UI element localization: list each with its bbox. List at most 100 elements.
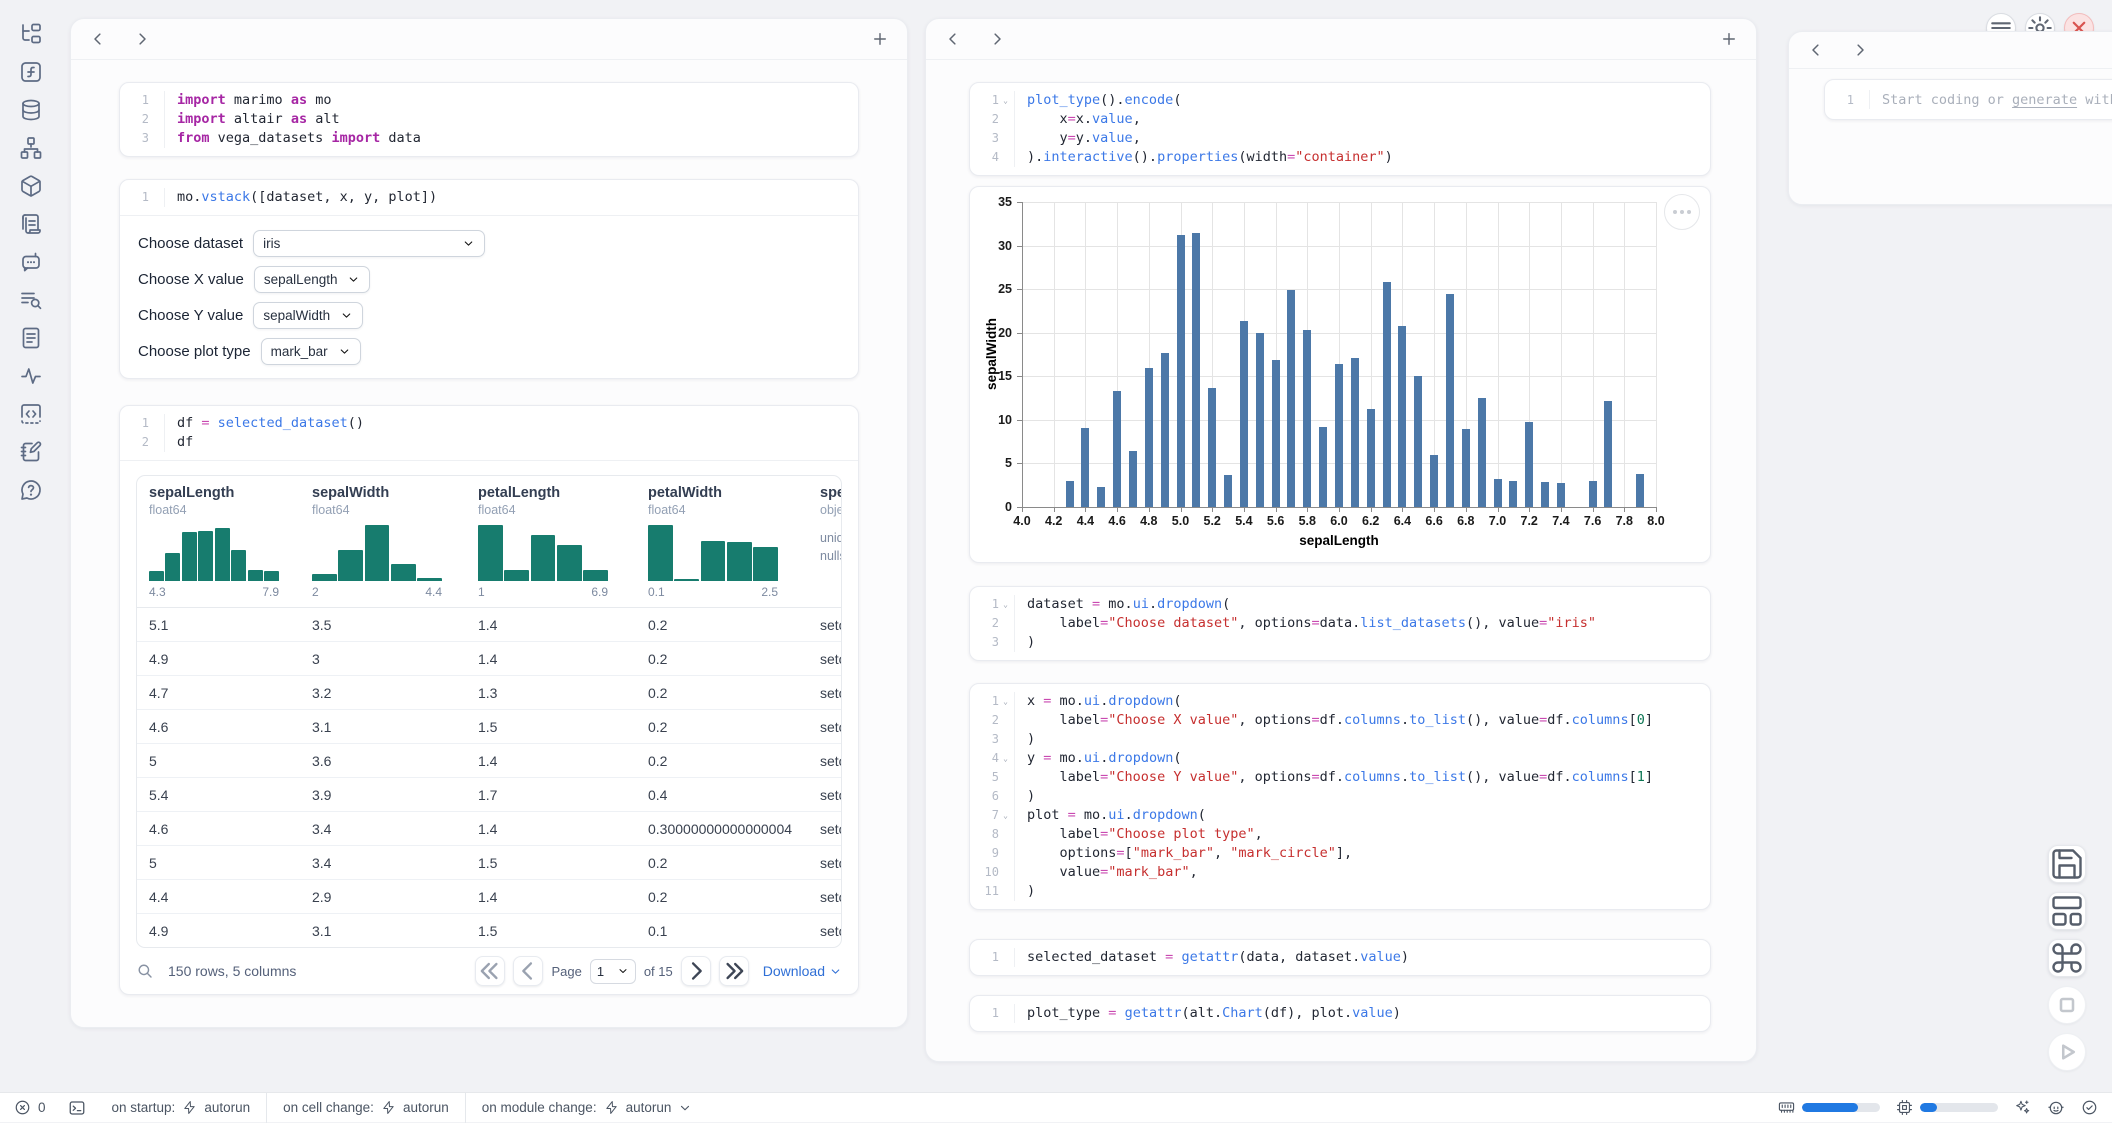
vstack-cell[interactable]: 1mo.vstack([dataset, x, y, plot]) Choose… [119, 179, 859, 379]
code-line[interactable]: 1⌄plot_type().encode( [970, 91, 1710, 110]
dataframe-cell[interactable]: 1df = selected_dataset()2df sepalLengthf… [119, 405, 859, 995]
on-cell-change-setting[interactable]: on cell change: autorun [283, 1100, 449, 1115]
table-row: 4.931.40.2setosa [137, 641, 841, 675]
table-cell: 1.4 [466, 753, 636, 769]
code-line[interactable]: 3) [970, 730, 1710, 749]
code-line[interactable]: 8 label="Choose plot type", [970, 825, 1710, 844]
dropdown-select[interactable]: sepalWidth [253, 302, 363, 329]
help-icon[interactable] [19, 478, 43, 502]
x-axis-tick-label: 6.0 [1330, 514, 1347, 528]
chevron-left-icon[interactable] [1807, 41, 1825, 59]
prev-page-button[interactable] [513, 956, 543, 986]
code-line[interactable]: 9 options=["mark_bar", "mark_circle"], [970, 844, 1710, 863]
code-line[interactable]: 2 label="Choose dataset", options=data.l… [970, 614, 1710, 633]
chart-bar [1145, 368, 1153, 507]
package-icon[interactable] [19, 174, 43, 198]
snippets-icon[interactable] [19, 402, 43, 426]
next-page-button[interactable] [681, 956, 711, 986]
add-column-icon[interactable] [871, 30, 889, 48]
code-line[interactable]: 4⌄y = mo.ui.dropdown( [970, 749, 1710, 768]
empty-code-cell[interactable]: 1 Start coding or generate with [1824, 79, 2112, 120]
code-line[interactable]: 11) [970, 882, 1710, 901]
page-select[interactable]: 1 [590, 959, 636, 984]
column-header-species[interactable]: speciesobjectuniquenulls: [808, 476, 841, 607]
stop-icon[interactable] [2048, 986, 2086, 1024]
code-line[interactable]: 5 label="Choose Y value", options=df.col… [970, 768, 1710, 787]
code-line[interactable]: 2import altair as alt [120, 110, 858, 129]
code-line[interactable]: 1⌄dataset = mo.ui.dropdown( [970, 595, 1710, 614]
column-header-petalWidth[interactable]: petalWidthfloat640.12.5 [636, 476, 808, 607]
code-line[interactable]: 2 x=x.value, [970, 110, 1710, 129]
text-search-icon[interactable] [19, 288, 43, 312]
selected-dataset-cell[interactable]: 1selected_dataset = getattr(data, datase… [969, 939, 1711, 976]
document-icon[interactable] [19, 326, 43, 350]
cpu-meter[interactable] [1896, 1099, 1998, 1116]
run-icon[interactable] [2048, 1033, 2086, 1071]
layout-icon[interactable] [2048, 892, 2086, 930]
memory-meter[interactable] [1778, 1099, 1880, 1116]
chevron-left-icon[interactable] [944, 30, 962, 48]
add-column-icon[interactable] [1720, 30, 1738, 48]
table-cell: setosa [808, 855, 841, 871]
code-line[interactable]: 6) [970, 787, 1710, 806]
code-line[interactable]: 2df [120, 433, 858, 452]
on-module-change-setting[interactable]: on module change: autorun [482, 1100, 693, 1115]
chevron-left-icon[interactable] [89, 30, 107, 48]
function-square-icon[interactable] [19, 60, 43, 84]
column-header-sepalWidth[interactable]: sepalWidthfloat6424.4 [300, 476, 466, 607]
code-line[interactable]: 7⌄plot = mo.ui.dropdown( [970, 806, 1710, 825]
code-line[interactable]: 1mo.vstack([dataset, x, y, plot]) [120, 188, 858, 207]
download-button[interactable]: Download [763, 963, 842, 979]
scroll-icon[interactable] [19, 212, 43, 236]
code-line[interactable]: 1plot_type = getattr(alt.Chart(df), plot… [970, 1004, 1710, 1023]
code-line[interactable]: 1⌄x = mo.ui.dropdown( [970, 692, 1710, 711]
chevron-right-icon[interactable] [133, 30, 151, 48]
dropdown-select[interactable]: mark_bar [261, 338, 361, 365]
x-axis-tick-label: 5.4 [1235, 514, 1252, 528]
sparkles-icon[interactable] [2014, 1099, 2031, 1116]
chevron-right-icon[interactable] [1851, 41, 1869, 59]
code-line[interactable]: 3 y=y.value, [970, 129, 1710, 148]
plot-code-cell[interactable]: 1⌄plot_type().encode(2 x=x.value,3 y=y.v… [969, 82, 1711, 176]
dataset-dropdown-cell[interactable]: 1⌄dataset = mo.ui.dropdown(2 label="Choo… [969, 586, 1711, 661]
table-cell: setosa [808, 889, 841, 905]
save-icon[interactable] [2048, 845, 2086, 883]
file-tree-icon[interactable] [19, 22, 43, 46]
code-line[interactable]: 3from vega_datasets import data [120, 129, 858, 148]
table-cell: 3.9 [300, 787, 466, 803]
chart-actions-icon[interactable] [1664, 194, 1700, 230]
chevron-right-icon[interactable] [988, 30, 1006, 48]
table-cell: 0.2 [636, 889, 808, 905]
command-palette-icon[interactable] [2048, 939, 2086, 977]
xy-plot-dropdowns-cell[interactable]: 1⌄x = mo.ui.dropdown(2 label="Choose X v… [969, 683, 1711, 910]
chat-bot-icon[interactable] [19, 250, 43, 274]
database-icon[interactable] [19, 98, 43, 122]
activity-icon[interactable] [19, 364, 43, 388]
on-startup-setting[interactable]: on startup: autorun [112, 1100, 251, 1115]
code-line[interactable]: 1import marimo as mo [120, 91, 858, 110]
dependency-graph-icon[interactable] [19, 136, 43, 160]
table-cell: setosa [808, 651, 841, 667]
code-line[interactable]: 10 value="mark_bar", [970, 863, 1710, 882]
last-page-button[interactable] [719, 956, 749, 986]
altair-chart-output[interactable]: 051015202530354.04.24.44.64.85.05.25.45.… [969, 186, 1711, 563]
dropdown-select[interactable]: sepalLength [254, 266, 371, 293]
connection-status-icon[interactable] [2081, 1099, 2098, 1116]
imports-cell[interactable]: 1import marimo as mo2import altair as al… [119, 82, 859, 157]
dropdown-select[interactable]: iris [253, 230, 485, 257]
terminal-icon[interactable] [68, 1099, 86, 1117]
first-page-button[interactable] [475, 956, 505, 986]
code-line[interactable]: 4).interactive().properties(width="conta… [970, 148, 1710, 167]
generate-with-ai-link[interactable]: generate [2012, 92, 2077, 108]
error-indicator[interactable]: 0 [14, 1099, 46, 1116]
code-line[interactable]: 1selected_dataset = getattr(data, datase… [970, 948, 1710, 967]
scratchpad-icon[interactable] [19, 440, 43, 464]
copilot-icon[interactable] [2047, 1099, 2065, 1117]
code-line[interactable]: 3) [970, 633, 1710, 652]
code-line[interactable]: 1df = selected_dataset() [120, 414, 858, 433]
plot-type-cell[interactable]: 1plot_type = getattr(alt.Chart(df), plot… [969, 995, 1711, 1032]
code-line[interactable]: 2 label="Choose X value", options=df.col… [970, 711, 1710, 730]
search-icon[interactable] [136, 962, 154, 980]
column-header-sepalLength[interactable]: sepalLengthfloat644.37.9 [137, 476, 300, 607]
column-header-petalLength[interactable]: petalLengthfloat6416.9 [466, 476, 636, 607]
